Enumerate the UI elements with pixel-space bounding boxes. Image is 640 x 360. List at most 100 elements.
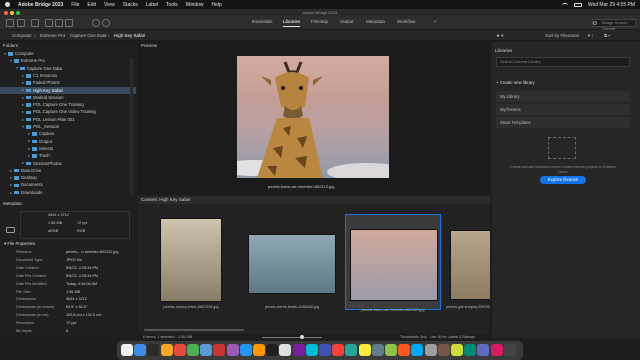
- chevron-right-icon[interactable]: [28, 147, 30, 150]
- sort-direction-icon[interactable]: ▾ ↑: [588, 33, 594, 39]
- pages-icon[interactable]: [398, 344, 411, 356]
- sort-menu[interactable]: Sort by Filename: [545, 33, 579, 38]
- folder-tree-item[interactable]: Capture One Data: [0, 65, 136, 72]
- camera-raw-button[interactable]: [65, 19, 73, 27]
- folder-tree-item[interactable]: Documents: [0, 181, 136, 188]
- minimize-window-button[interactable]: [10, 11, 14, 15]
- numbers-icon[interactable]: [451, 344, 463, 356]
- menu-label[interactable]: Label: [146, 2, 158, 8]
- chevron-right-icon[interactable]: [22, 74, 24, 77]
- chevron-right-icon[interactable]: [28, 140, 30, 143]
- folder-tree-item[interactable]: Desktop: [0, 174, 136, 181]
- menu-file[interactable]: File: [71, 2, 79, 8]
- create-library-button[interactable]: + Create new library: [496, 80, 535, 85]
- chevron-down-icon[interactable]: [10, 60, 12, 63]
- rating-filter-icon[interactable]: ★ ▾: [496, 33, 504, 39]
- chevron-right-icon[interactable]: [10, 169, 12, 172]
- music-icon[interactable]: [213, 344, 226, 356]
- tab-libraries[interactable]: Libraries: [283, 19, 301, 27]
- close-window-button[interactable]: [4, 11, 8, 15]
- forward-button[interactable]: [17, 19, 25, 27]
- tab-workflow[interactable]: Workflow: [397, 19, 415, 24]
- photoshop-icon[interactable]: [319, 344, 331, 356]
- explore-libraries-button[interactable]: Explore libraries: [540, 176, 586, 184]
- mail-icon[interactable]: [200, 344, 213, 356]
- folder-tree-item[interactable]: High Key Safari: [0, 86, 136, 94]
- labels-ratings-option[interactable]: Use 30 for Labels & Ratings: [430, 335, 475, 339]
- thumbnail-image[interactable]: [160, 218, 222, 302]
- content-scrollbar[interactable]: [144, 329, 244, 331]
- preview-image[interactable]: [237, 56, 389, 178]
- tab-filmstrip[interactable]: Filmstrip: [311, 19, 328, 24]
- lightroom-icon[interactable]: [305, 344, 318, 356]
- bridge-icon[interactable]: [292, 344, 305, 356]
- folders-scrollbar[interactable]: [130, 58, 133, 194]
- capture-one-icon[interactable]: [332, 344, 345, 356]
- breadcrumb-extreme-pro[interactable]: Extreme Pro: [40, 33, 65, 38]
- calendar-icon[interactable]: [173, 344, 186, 356]
- chevron-right-icon[interactable]: [22, 111, 24, 114]
- back-button[interactable]: [6, 19, 14, 27]
- folder-tree-item[interactable]: POL Capture One Video Training: [0, 108, 136, 115]
- boomerang-icon[interactable]: [45, 19, 53, 27]
- file-properties-header[interactable]: ▾ File Properties: [4, 241, 35, 247]
- folder-tree-item[interactable]: Output: [0, 138, 136, 145]
- library-item-my-library[interactable]: My Library: [496, 91, 630, 102]
- folder-tree-item[interactable]: Computer: [0, 50, 136, 57]
- keynote-icon[interactable]: [411, 344, 424, 356]
- folder-tree-item[interactable]: Capture: [0, 130, 136, 137]
- library-item-stock-templates[interactable]: Stock Templates: [496, 117, 630, 128]
- activity-monitor-icon[interactable]: [371, 344, 384, 356]
- open-recent-icon[interactable]: ⧉ ▸: [604, 33, 610, 38]
- thumbnail-image[interactable]: [450, 230, 490, 300]
- chevron-right-icon[interactable]: [10, 176, 12, 179]
- chevron-right-icon[interactable]: [22, 118, 24, 121]
- recent-files-button[interactable]: [31, 19, 39, 27]
- chevron-right-icon[interactable]: [22, 103, 24, 106]
- settings-icon[interactable]: [266, 344, 279, 356]
- search-input[interactable]: Bridge Search: Current: [592, 19, 636, 31]
- chevron-right-icon[interactable]: [10, 184, 12, 187]
- zoom-window-button[interactable]: [16, 11, 20, 15]
- terminal-icon[interactable]: [147, 344, 160, 356]
- menu-tools[interactable]: Tools: [166, 2, 178, 8]
- rotate-left-button[interactable]: [92, 19, 100, 27]
- photos-icon[interactable]: [253, 344, 265, 356]
- chevron-down-icon[interactable]: [22, 125, 24, 128]
- folder-tree-item[interactable]: POL_Session: [0, 123, 136, 130]
- tab-output[interactable]: Output: [340, 19, 354, 24]
- chevron-right-icon[interactable]: [22, 82, 24, 85]
- menu-edit[interactable]: Edit: [87, 2, 96, 8]
- chevron-right-icon[interactable]: [22, 96, 24, 99]
- thumbnail-slider-knob[interactable]: [300, 335, 304, 339]
- reminders-icon[interactable]: [358, 344, 371, 356]
- menu-view[interactable]: View: [104, 2, 115, 8]
- workspace-menu-icon[interactable]: »: [434, 19, 437, 24]
- rotate-right-button[interactable]: [102, 19, 110, 27]
- finder-icon[interactable]: [121, 344, 133, 356]
- books-icon[interactable]: [437, 344, 450, 356]
- tab-essentials[interactable]: Essentials: [252, 19, 273, 24]
- contacts-icon[interactable]: [464, 344, 477, 356]
- breadcrumb-capture-one-data[interactable]: Capture One Data: [70, 33, 107, 38]
- folder-tree-item[interactable]: Downloads: [0, 189, 136, 196]
- folder-tree-item[interactable]: Faded Photos: [0, 79, 136, 86]
- folder-tree-item[interactable]: Extreme Pro: [0, 57, 136, 64]
- chevron-down-icon[interactable]: [4, 52, 6, 55]
- folder-tree-item[interactable]: Trash: [0, 152, 136, 159]
- news-icon[interactable]: [490, 344, 503, 356]
- folder-tree-item[interactable]: POL Capture One Training: [0, 101, 136, 108]
- wifi-icon[interactable]: [561, 2, 568, 7]
- get-photos-button[interactable]: [55, 19, 63, 27]
- thumbnail-size-slider[interactable]: [262, 337, 322, 338]
- folder-tree-item[interactable]: POL Lesson Plan 001: [0, 116, 136, 123]
- preview-icon[interactable]: [279, 344, 292, 356]
- folder-tree-item[interactable]: SessionPhotos: [0, 160, 136, 167]
- trash-icon[interactable]: [424, 344, 437, 356]
- library-item-mythemes[interactable]: MyThemes: [496, 104, 630, 115]
- chrome-icon[interactable]: [477, 344, 490, 356]
- thumbnail[interactable]: pexels-antony-trivet-6657225.jpg: [143, 214, 239, 310]
- thumbnail[interactable]: ☆☆☆☆☆ pexels-frans-van-heerden-802112.jpg: [345, 214, 441, 312]
- thumbnail-image[interactable]: [248, 234, 336, 294]
- clock[interactable]: Wed Mar 29 4:55 PM: [588, 2, 635, 8]
